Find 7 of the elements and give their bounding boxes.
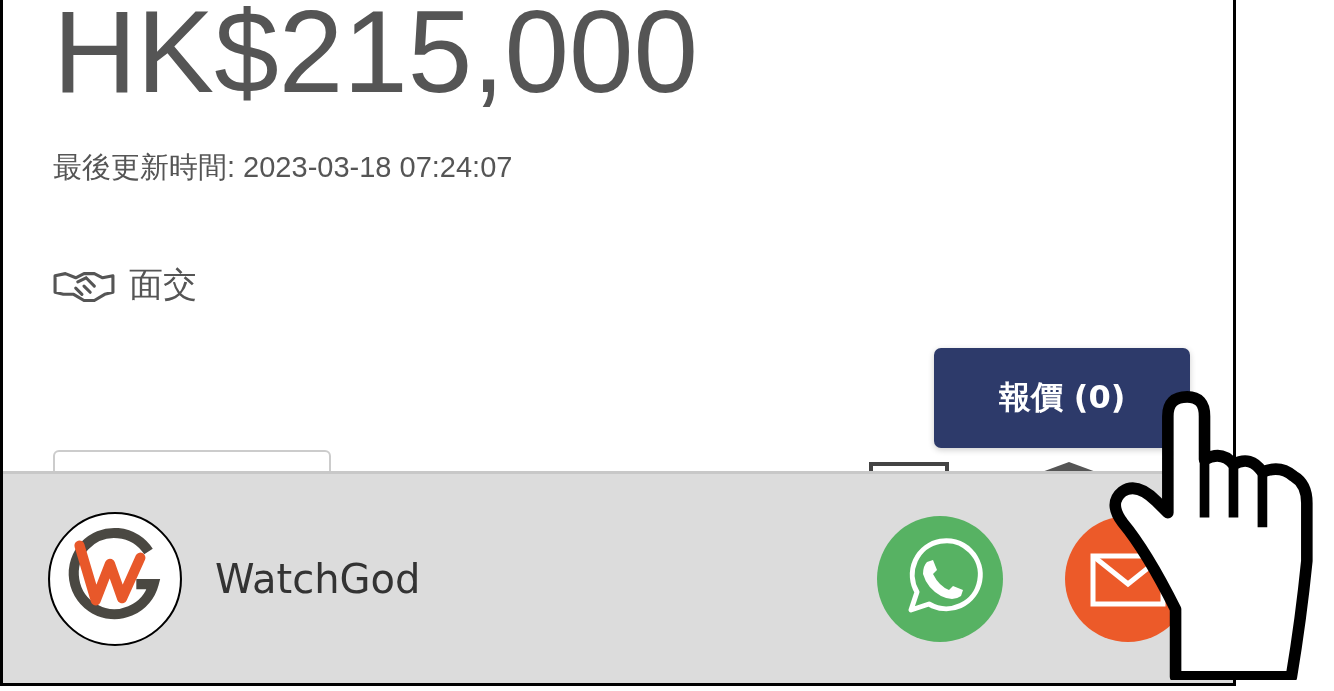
quote-button[interactable]: 報價 (0) — [934, 348, 1190, 448]
whatsapp-icon[interactable] — [877, 515, 1003, 642]
trade-method: 面交 — [129, 263, 197, 306]
last-updated-text: 最後更新時間: 2023-03-18 07:24:07 — [53, 150, 514, 185]
logo-icon — [47, 510, 183, 647]
seller-name: WatchGod — [215, 555, 421, 602]
price: HK$215,000 — [53, 0, 699, 110]
